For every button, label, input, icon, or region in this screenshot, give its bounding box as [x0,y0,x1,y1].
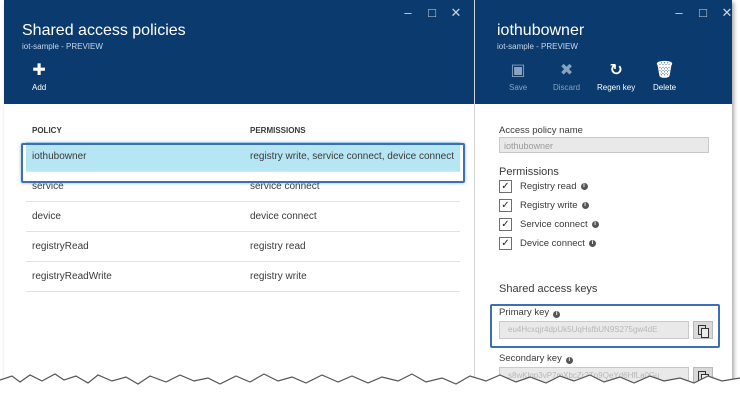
blade-subtitle: iot-sample - PREVIEW [497,42,578,51]
blade-title: iothubowner [497,22,585,39]
checkbox-label: Device connect [520,237,585,249]
delete-label: Delete [653,83,677,92]
regen-key-label: Regen key [597,83,636,92]
save-icon: ▣ [510,62,526,79]
checkbox-label: Registry read [520,180,577,192]
table-row-registryreadwrite[interactable]: registryReadWrite registry write [26,262,460,292]
add-button[interactable]: ✚ Add [32,62,46,92]
policy-permissions: service connect [250,181,320,192]
copy-secondary-key-button[interactable] [693,367,713,385]
column-header-policy: POLICY [32,126,62,135]
checkbox-registry-read[interactable]: ✓ Registry read i [499,178,588,194]
primary-key-label: Primary key i [499,307,561,318]
minimize-icon[interactable]: – [673,5,685,21]
policy-name: registryReadWrite [32,271,112,282]
policy-name: iothubowner [32,151,87,162]
info-icon[interactable]: i [591,220,599,228]
policy-name: device [32,211,61,222]
minimize-icon[interactable]: – [402,5,414,21]
checkbox-icon[interactable]: ✓ [499,236,512,250]
info-icon[interactable]: i [580,182,588,190]
policy-detail-blade: iothubowner iot-sample - PREVIEW – □ ✕ ▣… [475,0,732,400]
delete-button[interactable]: 🗑 Delete [653,62,676,92]
policy-permissions: registry read [250,241,306,252]
window-controls: – □ ✕ [402,5,462,21]
trash-icon: 🗑 [654,62,675,79]
primary-key-field[interactable]: eu4Hcxqjr4dpUk5UqHsfbUN9S275gw4dE [499,321,689,339]
add-label: Add [32,83,47,92]
secondary-key-label-text: Secondary key [499,353,562,364]
permissions-title: Permissions [499,166,559,178]
policy-name-field: iothubowner [499,137,709,153]
portal-window: Shared access policies iot-sample - PREV… [4,0,732,400]
save-label: Save [509,83,528,92]
blade-subtitle: iot-sample - PREVIEW [22,42,103,51]
checkbox-service-connect[interactable]: ✓ Service connect i [499,216,599,232]
policy-name: service [32,181,64,192]
policy-name: registryRead [32,241,89,252]
checkbox-device-connect[interactable]: ✓ Device connect i [499,235,596,251]
discard-icon: ✖ [559,62,574,79]
maximize-icon[interactable]: □ [697,5,709,21]
checkbox-icon[interactable]: ✓ [499,217,512,231]
secondary-key-label: Secondary key i [499,353,573,364]
table-header: POLICY PERMISSIONS [26,124,460,142]
policy-name-label: Access policy name [499,125,583,136]
checkbox-label: Service connect [520,218,588,230]
maximize-icon[interactable]: □ [426,5,438,21]
checkbox-icon[interactable]: ✓ [499,179,512,193]
copy-primary-key-button[interactable] [693,321,713,339]
info-icon[interactable]: i [565,357,573,364]
table-row-service[interactable]: service service connect [26,172,460,202]
checkbox-label: Registry write [520,199,578,211]
checkbox-icon[interactable]: ✓ [499,198,512,212]
info-icon[interactable]: i [588,239,596,247]
policy-permissions: registry write [250,271,307,282]
checkbox-registry-write[interactable]: ✓ Registry write i [499,197,589,213]
blade-title: Shared access policies [22,22,186,39]
regen-key-button[interactable]: ↻ Regen key [597,62,635,92]
info-icon[interactable]: i [553,311,561,318]
info-icon[interactable]: i [581,201,589,209]
blade-header: Shared access policies iot-sample - PREV… [4,0,474,104]
close-icon[interactable]: ✕ [721,5,732,21]
secondary-key-field[interactable]: s8wKlqp3vP7mXbcZr2Tn9QeYd6HfLa0Gu [499,367,689,385]
plus-icon: ✚ [32,62,46,79]
shared-access-keys-title: Shared access keys [499,283,598,295]
column-header-permissions: PERMISSIONS [250,126,306,135]
close-icon[interactable]: ✕ [450,5,462,21]
save-button[interactable]: ▣ Save [509,62,527,92]
table-row-device[interactable]: device device connect [26,202,460,232]
discard-label: Discard [553,83,581,92]
window-controls: – □ ✕ [673,5,732,21]
table-row-registryread[interactable]: registryRead registry read [26,232,460,262]
refresh-icon: ↻ [609,62,623,79]
primary-key-label-text: Primary key [499,307,550,318]
policy-permissions: registry write, service connect, device … [250,151,454,162]
policies-table: POLICY PERMISSIONS iothubowner registry … [26,124,460,292]
policy-permissions: device connect [250,211,317,222]
table-row-iothubowner[interactable]: iothubowner registry write, service conn… [26,142,460,172]
discard-button[interactable]: ✖ Discard [553,62,580,92]
blade-header: iothubowner iot-sample - PREVIEW – □ ✕ ▣… [475,0,732,104]
shared-access-policies-blade: Shared access policies iot-sample - PREV… [4,0,475,400]
